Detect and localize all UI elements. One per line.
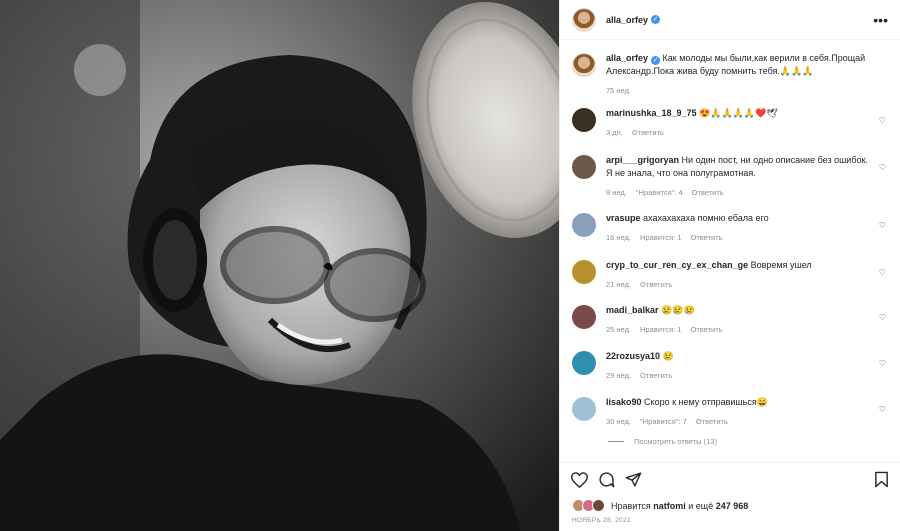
comment-avatar[interactable] [572, 260, 596, 284]
comment-likes[interactable]: Нравится: 1 [640, 325, 681, 334]
comment-text: 😢 [662, 351, 674, 361]
share-icon[interactable] [625, 471, 642, 488]
view-replies-button[interactable]: Посмотреть ответы (13) [608, 437, 717, 446]
comments-list[interactable]: alla_orfey ✓ Как молоды мы были,как верил… [560, 41, 900, 461]
comment-username[interactable]: madi_balkar [606, 305, 659, 315]
comment-text: Вовремя ушел [750, 260, 812, 270]
comment-likes[interactable]: "Нравится": 7 [640, 417, 687, 426]
comment-heart-icon[interactable]: ♡ [879, 359, 886, 368]
reply-button[interactable]: Ответить [692, 188, 724, 197]
comment-text: 😢😢😢 [661, 305, 695, 315]
likers-avatars [572, 499, 605, 512]
comment-time[interactable]: 16 нед. [606, 233, 631, 242]
comment-item: arpi___grigoryan Ни один пост, ни одно о… [572, 154, 888, 199]
reply-button[interactable]: Ответить [632, 128, 664, 137]
comment-time[interactable]: 9 нед. [606, 188, 627, 197]
comment-avatar[interactable] [572, 351, 596, 375]
reply-button[interactable]: Ответить [640, 280, 672, 289]
likes-suffix: и ещё [688, 500, 714, 511]
comment-heart-icon[interactable]: ♡ [879, 313, 886, 322]
comment-time[interactable]: 30 нед. [606, 417, 631, 426]
bookmark-icon[interactable] [874, 471, 889, 488]
comment-avatar[interactable] [572, 397, 596, 421]
photo-image [0, 0, 559, 531]
caption-avatar[interactable] [572, 53, 596, 77]
comment-avatar[interactable] [572, 213, 596, 237]
comment-username[interactable]: marinushka_18_9_75 [606, 108, 697, 118]
comment-likes[interactable]: "Нравится": 4 [636, 188, 683, 197]
comment-item: lisako90 Скоро к нему отправишься😄 30 не… [572, 396, 888, 428]
comment-heart-icon[interactable]: ♡ [879, 405, 886, 414]
view-replies-line [608, 441, 624, 442]
action-bar [560, 462, 900, 496]
reply-button[interactable]: Ответить [640, 371, 672, 380]
comment-avatar[interactable] [572, 155, 596, 179]
comment-icon[interactable] [598, 471, 615, 488]
reply-button[interactable]: Ответить [690, 233, 722, 242]
comment-heart-icon[interactable]: ♡ [879, 163, 886, 172]
comment-likes[interactable]: Нравится: 1 [640, 233, 681, 242]
reply-button[interactable]: Ответить [696, 417, 728, 426]
comment-username[interactable]: lisako90 [606, 397, 642, 407]
comment-time[interactable]: 29 нед. [606, 371, 631, 380]
comment-item: madi_balkar 😢😢😢 25 нед. Нравится: 1 Ответи… [572, 304, 888, 336]
comment-heart-icon[interactable]: ♡ [879, 221, 886, 230]
likes-prefix: Нравится [611, 500, 651, 511]
caption-time[interactable]: 75 нед. [606, 86, 631, 95]
comment-time[interactable]: 25 нед. [606, 325, 631, 334]
author-avatar[interactable] [572, 7, 596, 32]
likes-user[interactable]: natfomi [653, 501, 686, 511]
comment-username[interactable]: 22rozusya10 [606, 351, 660, 361]
post-header: alla_orfey ✓ ••• [560, 0, 900, 40]
likes-count[interactable]: 247 968 [716, 501, 749, 511]
comment-heart-icon[interactable]: ♡ [879, 116, 886, 125]
comment-item: marinushka_18_9_75 😍🙏🙏🙏🙏❤️🕊 3 дн. Ответит… [572, 107, 888, 139]
post-side-panel: alla_orfey ✓ ••• alla_orfey ✓ Как молоды … [559, 0, 900, 531]
comment-time[interactable]: 3 дн. [606, 128, 623, 137]
verified-badge-icon: ✓ [651, 56, 661, 65]
caption-username[interactable]: alla_orfey [606, 53, 648, 63]
heart-icon[interactable] [571, 471, 588, 488]
verified-badge-icon: ✓ [651, 15, 661, 24]
liker-avatar [592, 499, 605, 512]
comment-item: 22rozusya10 😢 29 нед. Ответить ♡ [572, 350, 888, 382]
comment-text: 😍🙏🙏🙏🙏❤️🕊 [699, 108, 778, 118]
comment-username[interactable]: arpi___grigoryan [606, 155, 679, 165]
comment-text: ахахахахаха помню ебала его [643, 213, 769, 223]
comment-item: cryp_to_cur_ren_cy_ex_chan_ge Вовремя уш… [572, 259, 888, 291]
more-dots-icon[interactable]: ••• [873, 13, 888, 27]
comment-text: Скоро к нему отправишься😄 [644, 397, 768, 407]
post-caption: alla_orfey ✓ Как молоды мы были,как верил… [572, 52, 888, 97]
post-date[interactable]: НОЯБРЬ 28, 2021 [572, 517, 631, 524]
comment-avatar[interactable] [572, 108, 596, 132]
author-username[interactable]: alla_orfey [606, 15, 648, 25]
post-viewer: alla_orfey ✓ ••• alla_orfey ✓ Как молоды … [0, 0, 900, 531]
comment-username[interactable]: cryp_to_cur_ren_cy_ex_chan_ge [606, 260, 748, 270]
reply-button[interactable]: Ответить [690, 325, 722, 334]
likes-summary[interactable]: Нравится natfomi и ещё 247 968 [572, 499, 748, 512]
post-photo[interactable] [0, 0, 559, 531]
comment-username[interactable]: vrasupe [606, 213, 641, 223]
view-replies-label: Посмотреть ответы (13) [634, 437, 717, 446]
comment-item: vrasupe ахахахахаха помню ебала его 16 н… [572, 212, 888, 244]
comment-heart-icon[interactable]: ♡ [879, 268, 886, 277]
comment-time[interactable]: 21 нед. [606, 280, 631, 289]
comment-avatar[interactable] [572, 305, 596, 329]
